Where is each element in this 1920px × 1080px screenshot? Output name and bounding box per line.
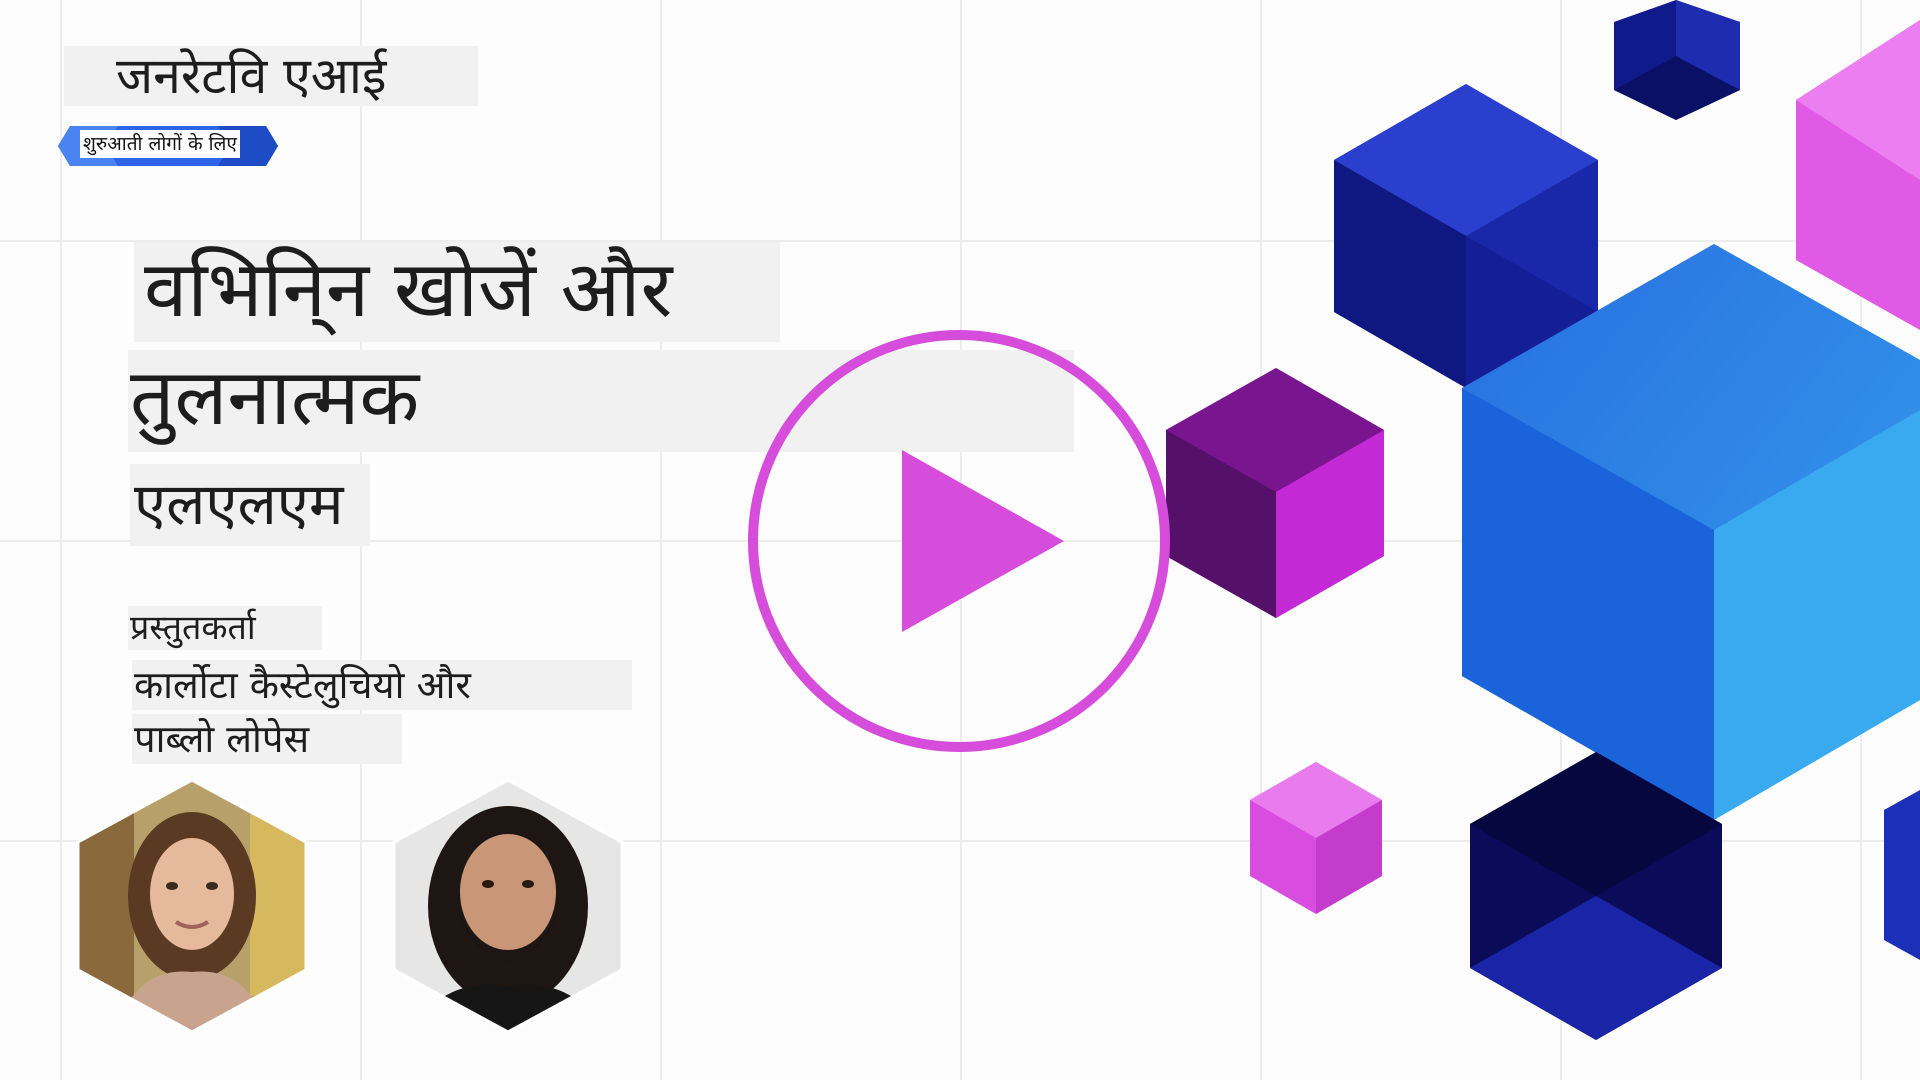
presenter-names-line2: पाब्लो लोपेस [132,714,402,764]
presenters-label: प्रस्तुतकर्ता [128,606,322,650]
presenter-avatar-pablo [392,778,624,1034]
presenter-avatar-carlotta [76,778,308,1034]
presenter-names-line1: कार्लोटा कैस्टेलुचियो और [132,660,632,710]
beginner-badge: शुरुआती लोगों के लिए [80,130,240,158]
play-button[interactable] [740,322,1178,760]
lesson-title-line3: एलएलएम [130,464,370,546]
lesson-title-line1: वभिनि्न खोजें और [134,242,780,342]
play-icon [902,450,1064,632]
brand-title: जनरेटवि एआई [64,46,478,106]
